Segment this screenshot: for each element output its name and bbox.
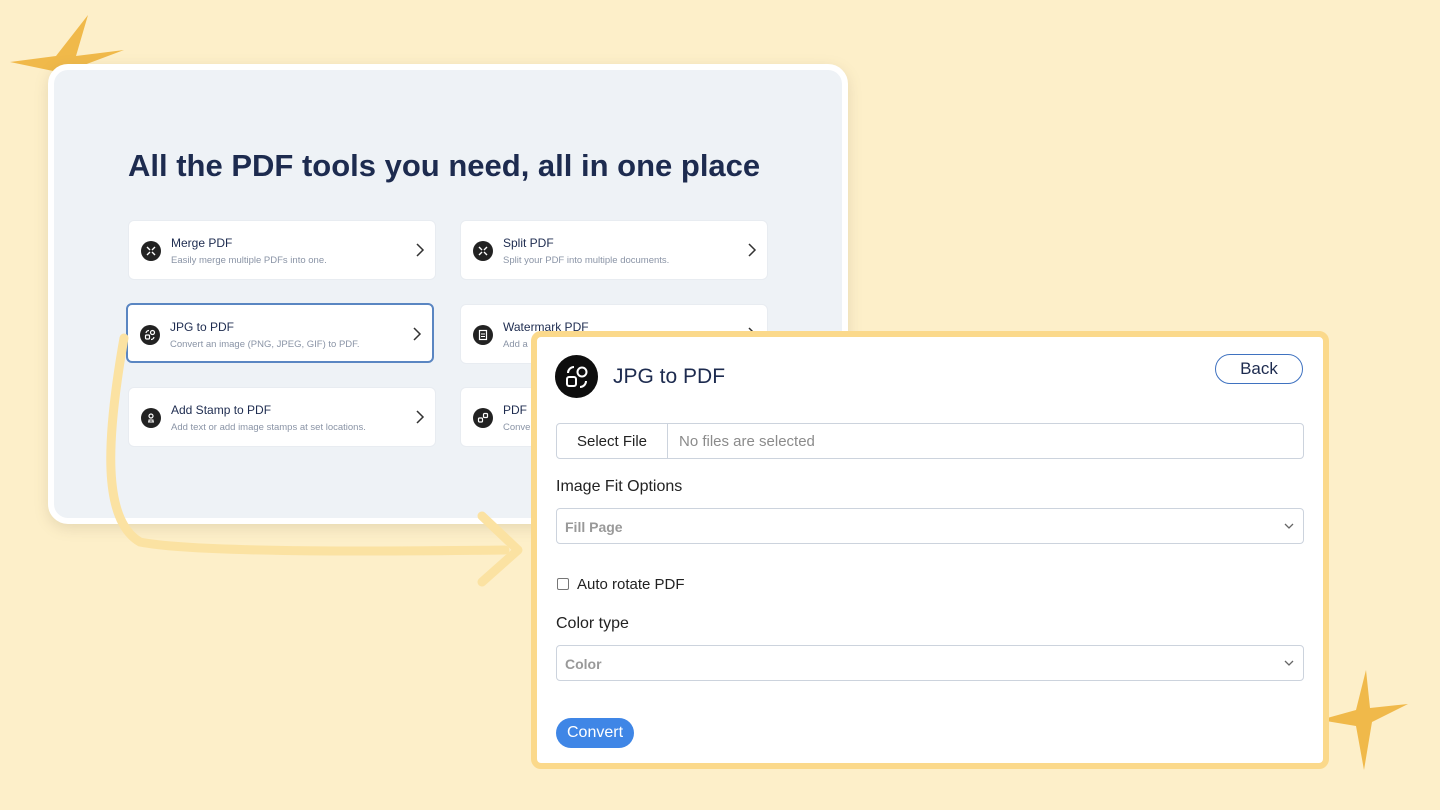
tool-description: Easily merge multiple PDFs into one. xyxy=(171,255,327,266)
split-icon xyxy=(473,241,493,261)
chevron-down-icon xyxy=(1284,523,1294,529)
chevron-down-icon xyxy=(1284,660,1294,666)
jpg-to-pdf-dialog: JPG to PDF Back Select File No files are… xyxy=(531,331,1329,769)
curved-arrow-icon xyxy=(106,333,523,587)
tool-name: Split PDF xyxy=(503,236,554,250)
file-picker[interactable]: Select File No files are selected xyxy=(556,423,1304,459)
image-fit-label: Image Fit Options xyxy=(556,478,683,495)
tool-card-merge-pdf[interactable]: Merge PDF Easily merge multiple PDFs int… xyxy=(128,220,436,280)
color-type-select[interactable]: Color xyxy=(556,645,1304,681)
merge-icon xyxy=(141,241,161,261)
auto-rotate-checkbox[interactable] xyxy=(557,578,569,590)
chevron-right-icon xyxy=(416,243,425,257)
page-title: All the PDF tools you need, all in one p… xyxy=(128,148,761,183)
auto-rotate-label: Auto rotate PDF xyxy=(577,576,685,593)
image-convert-icon xyxy=(555,355,598,398)
chevron-right-icon xyxy=(748,243,757,257)
tool-name: Merge PDF xyxy=(171,236,233,250)
select-value: Fill Page xyxy=(565,519,623,535)
convert-button[interactable]: Convert xyxy=(556,718,634,748)
tool-card-split-pdf[interactable]: Split PDF Split your PDF into multiple d… xyxy=(460,220,768,280)
dialog-title: JPG to PDF xyxy=(613,365,726,388)
color-type-label: Color type xyxy=(556,615,629,632)
sparkle-icon xyxy=(1320,670,1408,770)
tool-description: Split your PDF into multiple documents. xyxy=(503,255,670,266)
file-status-text: No files are selected xyxy=(679,432,815,450)
select-file-button[interactable]: Select File xyxy=(557,424,668,458)
image-fit-select[interactable]: Fill Page xyxy=(556,508,1304,544)
back-button[interactable]: Back xyxy=(1215,354,1303,384)
select-value: Color xyxy=(565,656,602,672)
